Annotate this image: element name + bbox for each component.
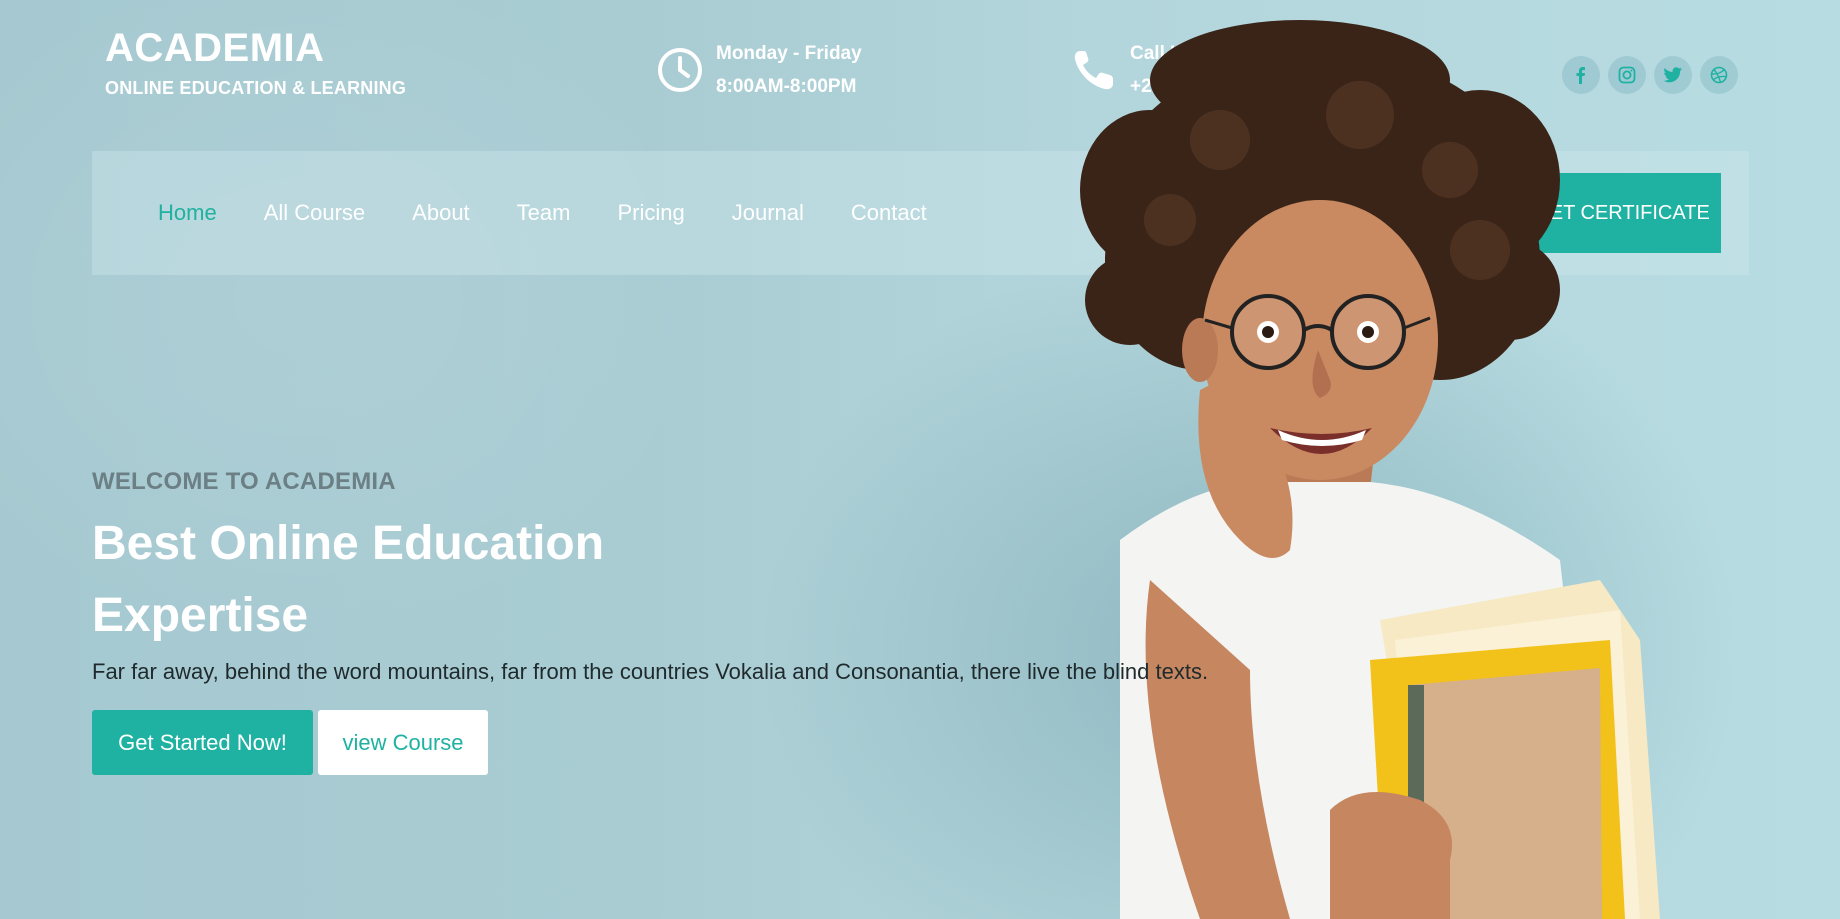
get-started-button[interactable]: Get Started Now! [92, 710, 313, 775]
hero-eyebrow: WELCOME TO ACADEMIA [92, 468, 396, 495]
nav-item-journal[interactable]: Journal [732, 200, 804, 226]
student-photo [1080, 20, 1660, 919]
brand[interactable]: ACADEMIA ONLINE EDUCATION & LEARNING [105, 24, 406, 99]
nav-menu: Home All Course About Team Pricing Journ… [158, 151, 974, 275]
opening-hours: Monday - Friday 8:00AM-8:00PM [656, 37, 862, 103]
nav-item-home[interactable]: Home [158, 200, 217, 226]
brand-name: ACADEMIA [105, 26, 325, 70]
nav-item-about[interactable]: About [412, 200, 470, 226]
hours-days: Monday - Friday [716, 43, 862, 64]
nav-item-all-course[interactable]: All Course [264, 200, 365, 226]
hero-description: Far far away, behind the word mountains,… [92, 659, 1209, 684]
hero-title: Best Online Education Expertise [92, 508, 792, 652]
nav-item-team[interactable]: Team [517, 200, 571, 226]
hero-title-line-2: Expertise [92, 589, 309, 642]
view-course-button[interactable]: view Course [318, 710, 488, 775]
nav-item-contact[interactable]: Contact [851, 200, 927, 226]
brand-tagline: ONLINE EDUCATION & LEARNING [105, 78, 407, 98]
hero-title-line-1: Best Online Education [92, 517, 605, 570]
hours-time: 8:00AM-8:00PM [716, 76, 857, 97]
clock-icon [656, 46, 704, 94]
nav-item-pricing[interactable]: Pricing [617, 200, 684, 226]
